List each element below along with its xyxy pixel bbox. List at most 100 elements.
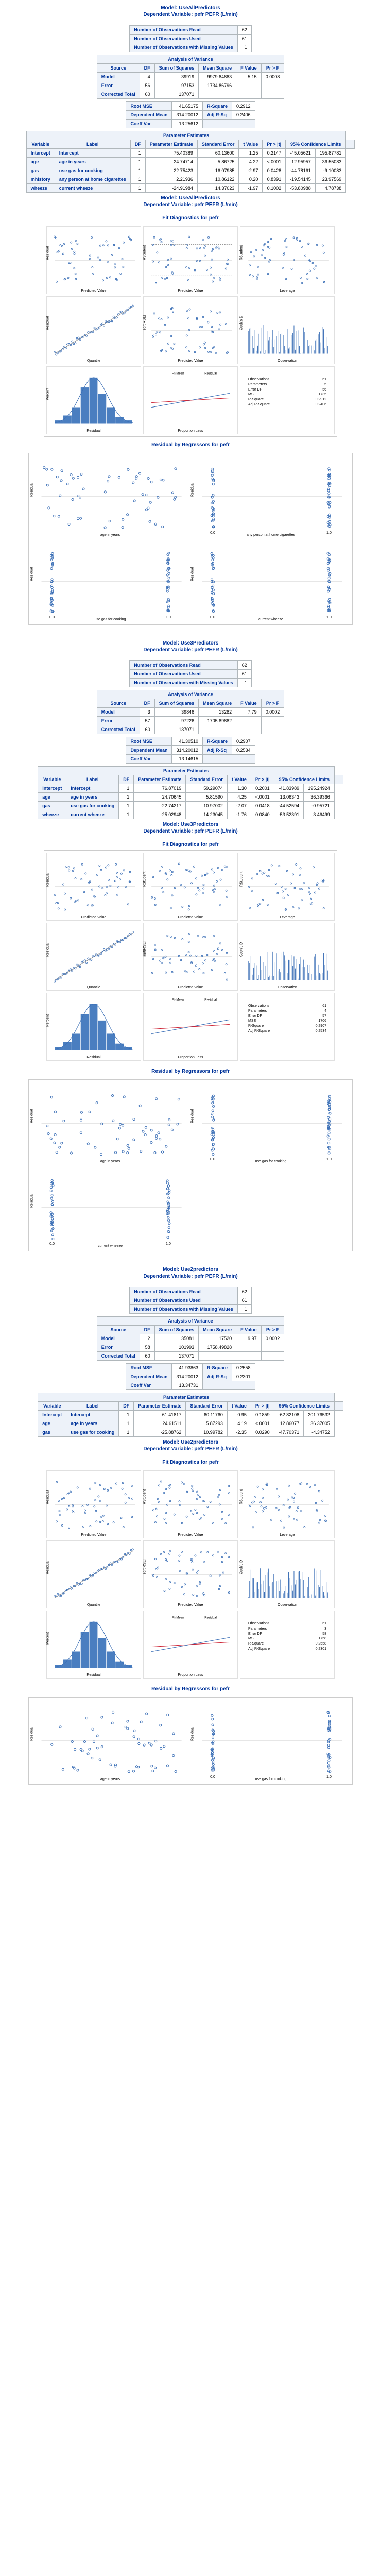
param-header: Pr > |t| xyxy=(251,775,274,784)
svg-text:1.0: 1.0 xyxy=(326,1775,332,1779)
param-header: Label xyxy=(66,775,119,784)
param-header: 95% Confidence Limits xyxy=(286,140,346,149)
param-header: 95% Confidence Limits xyxy=(274,1402,334,1411)
regressor-y-label: Residual xyxy=(30,1727,34,1741)
x-axis-label: Leverage xyxy=(280,1533,295,1537)
param-header: Parameter Estimate xyxy=(145,140,197,149)
params-table: Parameter EstimatesVariableLabelDFParame… xyxy=(38,1393,343,1437)
anova-header: Source xyxy=(97,699,140,708)
regressor-plot: 0.01.0current wheeze Residual xyxy=(192,540,350,622)
diag-panel-obs_pred: Fit-Mean Residual Proportion Less xyxy=(143,1611,238,1679)
x-axis-label: Proportion Less xyxy=(178,429,203,433)
diag-panel-cooksd: ObservationCook's D xyxy=(240,296,335,364)
regressor-plot: 0.01.0any person at home cigarettes Resi… xyxy=(192,455,350,538)
params-title: Parameter Estimates xyxy=(26,131,346,140)
obs-used-label: Number of Observations Used xyxy=(130,1296,238,1305)
model-subtitle: Dependent Variable: pefr PEFR (L/min) xyxy=(5,647,376,653)
param-header: 95% Confidence Limits xyxy=(274,775,334,784)
y-axis-label: Residual xyxy=(46,1490,50,1504)
anova-header: Mean Square xyxy=(199,699,236,708)
param-header xyxy=(334,775,343,784)
diag-title: Model: Use3Predictors xyxy=(5,822,376,827)
param-header: Pr > |t| xyxy=(263,140,286,149)
diag-panel-stats: Observations61 Parameters5 Error DF56 MS… xyxy=(240,366,335,434)
param-header: Standard Error xyxy=(186,1402,228,1411)
regressor-panel: age in years Residual0.01.0use gas for c… xyxy=(28,1697,353,1785)
fit-diag-title: Fit Diagnostics for pefr xyxy=(5,842,376,848)
y-axis-label: Percent xyxy=(46,1014,50,1027)
x-axis-label: Residual xyxy=(86,1673,100,1677)
regressor-y-label: Residual xyxy=(191,1109,195,1123)
anova-header: Mean Square xyxy=(199,64,236,73)
regressor-y-label: Residual xyxy=(30,483,34,497)
param-header: Variable xyxy=(38,1402,66,1411)
anova-title: Analysis of Variance xyxy=(97,55,284,64)
svg-text:Fit-Mean: Fit-Mean xyxy=(172,998,184,1002)
param-row: ageage in years124.706455.815904.25<.000… xyxy=(38,793,343,802)
svg-text:0.0: 0.0 xyxy=(49,1242,55,1246)
x-axis-label: Quantile xyxy=(87,359,100,363)
regressor-y-label: Residual xyxy=(30,567,34,581)
diag-panel-stats: Observations61 Parameters4 Error DF57 MS… xyxy=(240,993,335,1061)
param-header xyxy=(334,1402,343,1411)
model-subtitle: Dependent Variable: pefr PEFR (L/min) xyxy=(5,1274,376,1279)
param-header: Parameter Estimate xyxy=(134,775,186,784)
fit-table: Root MSE41.93863R-Square0.2558 Dependent… xyxy=(126,1363,255,1390)
svg-text:Residual: Residual xyxy=(204,1616,217,1619)
param-header: Pr > |t| xyxy=(251,1402,274,1411)
x-axis-label: Quantile xyxy=(87,986,100,989)
param-header: t Value xyxy=(239,140,263,149)
x-axis-label: Predicted Value xyxy=(81,1533,107,1537)
diagnostics-grid: Predicted Value Residual Predicted ValueRS… xyxy=(44,850,337,1063)
diag-subtitle: Dependent Variable: pefr PEFR (L/min) xyxy=(5,202,376,208)
svg-text:1.0: 1.0 xyxy=(166,615,171,619)
y-axis-label: Percent xyxy=(46,1632,50,1645)
x-axis-label: Leverage xyxy=(280,289,295,293)
param-row: wheezecurrent wheeze1-24.9198414.37023-1… xyxy=(26,184,355,193)
params-table: Parameter EstimatesVariableLabelDFParame… xyxy=(26,131,355,193)
svg-text:Fit-Mean: Fit-Mean xyxy=(172,372,184,375)
diag-panel-sl: Predicted Valuesqrt|RSE| xyxy=(143,296,238,364)
x-axis-label: Residual xyxy=(86,1056,100,1059)
x-axis-label: Predicted Value xyxy=(178,986,203,989)
x-axis-label: Proportion Less xyxy=(178,1673,203,1677)
svg-text:0.0: 0.0 xyxy=(210,1775,215,1779)
x-axis-label: Observation xyxy=(278,1603,297,1607)
svg-text:Residual: Residual xyxy=(204,998,217,1002)
param-header: t Value xyxy=(227,775,251,784)
anova-row: Model339846132827.790.0002 xyxy=(97,708,284,717)
svg-text:Fit-Mean: Fit-Mean xyxy=(172,1616,184,1619)
anova-title: Analysis of Variance xyxy=(97,690,284,699)
param-header: Label xyxy=(55,140,130,149)
x-axis-label: Predicted Value xyxy=(81,289,107,293)
anova-header: DF xyxy=(140,699,154,708)
y-axis-label: sqrt|RSE| xyxy=(143,1559,147,1574)
diag-panel-hist: Residual Percent xyxy=(46,993,141,1061)
resid-reg-title: Residual by Regressors for pefr xyxy=(5,1069,376,1074)
param-header: Label xyxy=(66,1402,119,1411)
anova-row: Model4399199979.848835.150.0008 xyxy=(97,73,284,81)
x-axis-label: Predicted Value xyxy=(178,1533,203,1537)
regressor-plot: age in years Residual xyxy=(31,1082,189,1164)
anova-header: DF xyxy=(140,1326,154,1334)
x-axis-label: Quantile xyxy=(87,1603,100,1607)
regressor-x-label: age in years xyxy=(100,533,120,537)
anova-header: F Value xyxy=(236,699,262,708)
obs-missing-label: Number of Observations with Missing Valu… xyxy=(130,1305,238,1314)
resid-reg-title: Residual by Regressors for pefr xyxy=(5,442,376,448)
regressor-x-label: current wheeze xyxy=(258,618,283,621)
diag-panel-stats: Observations61 Parameters3 Error DF58 MS… xyxy=(240,1611,335,1679)
anova-header: DF xyxy=(140,64,154,73)
param-header: Parameter Estimate xyxy=(134,1402,186,1411)
model-title: Model: Use3Predictors xyxy=(5,640,376,646)
param-row: ageage in years124.747145.867254.22<.000… xyxy=(26,158,355,166)
anova-header: Sum of Squares xyxy=(154,699,199,708)
diag-panel-cooksd: Observation Cook's D xyxy=(240,1540,335,1608)
obs-used-label: Number of Observations Used xyxy=(130,35,238,43)
anova-row: Corrected Total60137071 xyxy=(97,1352,284,1361)
diag-panel-scatter: Predicted ValueRStudent xyxy=(143,853,238,921)
svg-text:1.0: 1.0 xyxy=(326,615,332,619)
y-axis-label: Cook's D xyxy=(240,1560,244,1574)
regressor-plot: 0.01.0use gas for cooking Residual xyxy=(192,1700,350,1782)
anova-header: F Value xyxy=(236,1326,262,1334)
